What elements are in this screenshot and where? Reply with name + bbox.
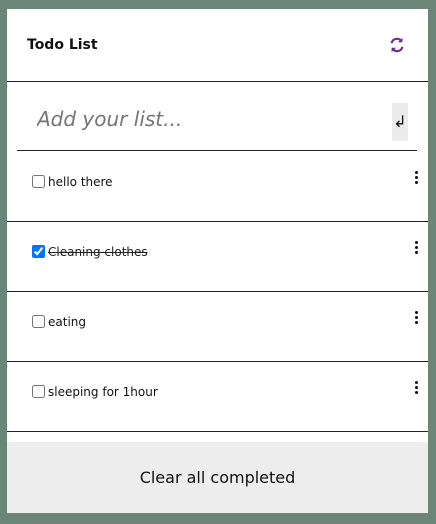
clear-completed-button[interactable]: Clear all completed bbox=[7, 442, 428, 513]
add-item-input[interactable] bbox=[17, 100, 387, 138]
item-checkbox[interactable] bbox=[32, 245, 45, 258]
enter-button[interactable]: ↲ bbox=[392, 103, 408, 141]
item-label: eating bbox=[48, 315, 86, 329]
todo-card: Todo List ↲ hello there Cleaning clothes… bbox=[7, 9, 428, 513]
more-options-icon[interactable] bbox=[411, 171, 421, 187]
item-label: hello there bbox=[48, 175, 113, 189]
list-item: hello there bbox=[7, 152, 428, 222]
more-options-icon[interactable] bbox=[411, 241, 421, 257]
item-checkbox[interactable] bbox=[32, 175, 45, 188]
item-label: Cleaning clothes bbox=[48, 245, 148, 259]
enter-icon: ↲ bbox=[393, 112, 407, 131]
page-title: Todo List bbox=[27, 37, 98, 53]
more-options-icon[interactable] bbox=[411, 381, 421, 397]
todo-list: hello there Cleaning clothes eating slee… bbox=[7, 152, 428, 432]
list-item: Cleaning clothes bbox=[7, 222, 428, 292]
item-checkbox[interactable] bbox=[32, 315, 45, 328]
list-item: eating bbox=[7, 292, 428, 362]
item-label: sleeping for 1hour bbox=[48, 385, 158, 399]
refresh-icon[interactable] bbox=[388, 36, 406, 54]
add-item-row: ↲ bbox=[17, 82, 417, 151]
list-item: sleeping for 1hour bbox=[7, 362, 428, 432]
header: Todo List bbox=[7, 9, 428, 82]
more-options-icon[interactable] bbox=[411, 311, 421, 327]
item-checkbox[interactable] bbox=[32, 385, 45, 398]
